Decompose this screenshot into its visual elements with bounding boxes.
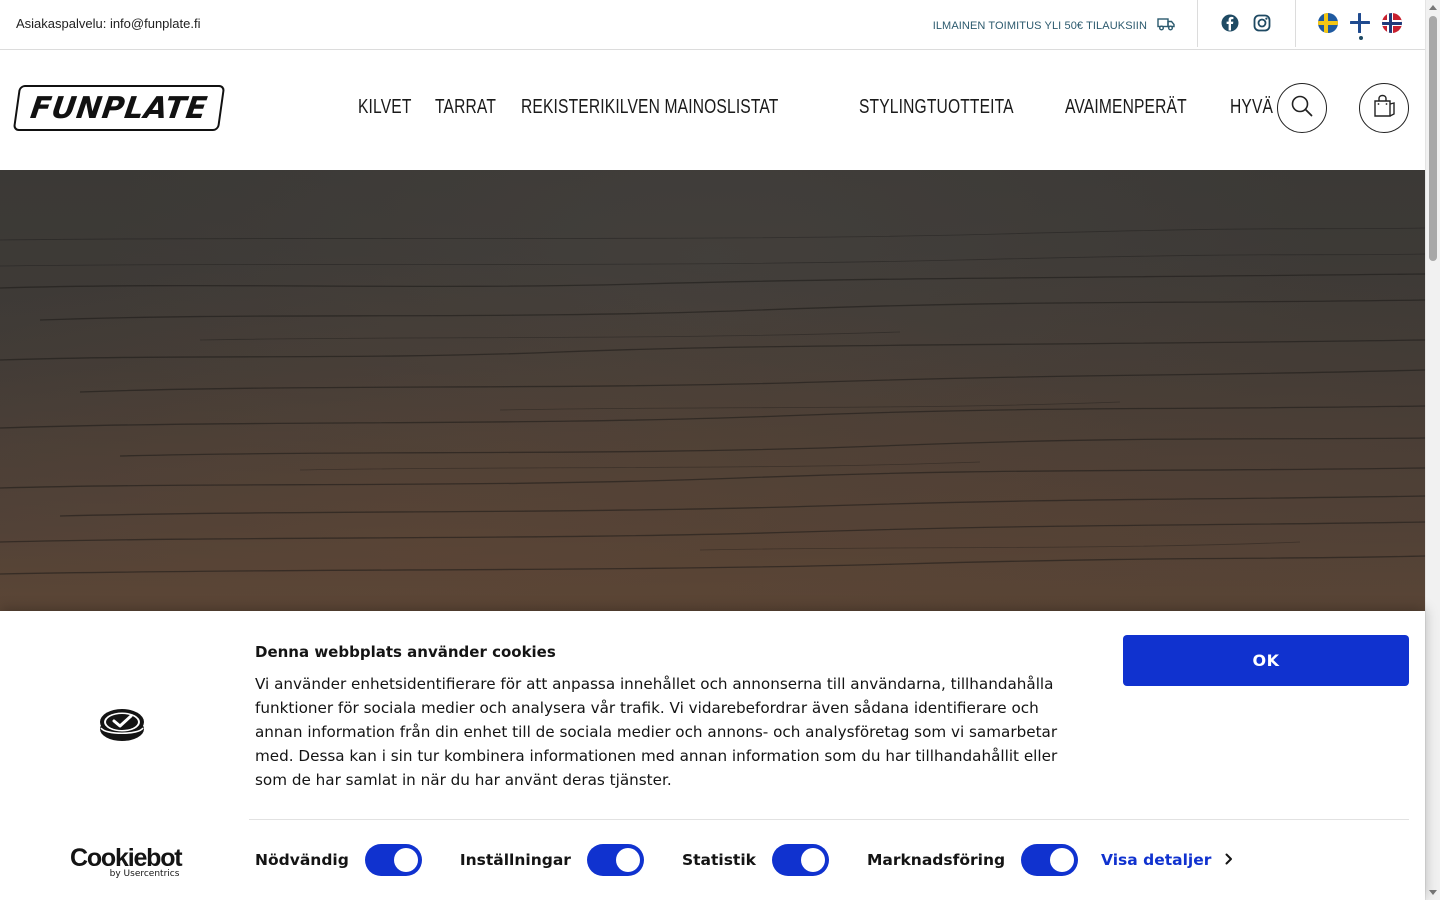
site-header: FUNPLATE KILVET TARRAT REKISTERIKILVEN M… xyxy=(0,50,1425,170)
wood-texture xyxy=(0,227,1425,575)
nav-item-tarrat[interactable]: TARRAT xyxy=(435,96,496,119)
scroll-down-arrow[interactable] xyxy=(1429,890,1437,895)
toggle-preferences[interactable] xyxy=(586,844,644,876)
toggle-group-preferences: Inställningar xyxy=(460,844,644,876)
toggle-group-marketing: Marknadsföring xyxy=(866,844,1079,876)
toggle-statistics[interactable] xyxy=(771,844,829,876)
cookie-consent-banner: Cookiebot by Usercentrics Denna webbplat… xyxy=(0,611,1425,900)
scroll-up-arrow[interactable] xyxy=(1429,5,1437,10)
show-details-label: Visa detaljer xyxy=(1101,851,1212,869)
social-links xyxy=(1220,13,1272,38)
free-shipping-notice: ILMAINEN TOIMITUS YLI 50€ TILAUKSIIN xyxy=(933,17,1175,34)
truck-icon xyxy=(1157,17,1175,34)
nav-item-kilvet[interactable]: KILVET xyxy=(358,96,412,119)
toggle-necessary[interactable] xyxy=(364,844,422,876)
hero-banner-image xyxy=(0,170,1425,611)
scrollbar-thumb[interactable] xyxy=(1429,16,1437,261)
facebook-icon[interactable] xyxy=(1220,13,1240,38)
toggle-group-statistics: Statistik xyxy=(682,844,829,876)
nav-item-mainoslistat[interactable]: REKISTERIKILVEN MAINOSLISTAT xyxy=(521,96,778,119)
toggle-label-statistics: Statistik xyxy=(681,851,756,869)
language-switcher xyxy=(1318,13,1402,33)
cookiebot-brand[interactable]: Cookiebot by Usercentrics xyxy=(70,844,183,880)
customer-service-contact[interactable]: Asiakaspalvelu: info@funplate.fi xyxy=(16,16,200,31)
top-info-bar: Asiakaspalvelu: info@funplate.fi ILMAINE… xyxy=(0,0,1425,50)
toggle-group-necessary: Nödvändig xyxy=(255,844,422,876)
cookie-description: Vi använder enhetsidentifierare för att … xyxy=(255,675,1058,789)
topbar-divider xyxy=(1197,0,1198,47)
active-language-indicator xyxy=(1359,36,1363,40)
toggle-marketing[interactable] xyxy=(1021,844,1079,876)
nav-item-avaimenperat[interactable]: AVAIMENPERÄT xyxy=(1065,96,1187,119)
logo-text: FUNPLATE xyxy=(28,90,210,126)
free-shipping-text: ILMAINEN TOIMITUS YLI 50€ TILAUKSIIN xyxy=(932,19,1147,32)
toggle-knob xyxy=(615,848,640,872)
cookiebot-logo-icon xyxy=(99,707,145,747)
chevron-right-icon xyxy=(1225,851,1233,869)
toggle-label-necessary: Nödvändig xyxy=(255,851,349,869)
cookie-category-toggles: Nödvändig Inställningar Statistik Markna… xyxy=(255,844,1116,876)
funplate-logo[interactable]: FUNPLATE xyxy=(12,85,226,131)
nav-item-stylingtuotteita[interactable]: STYLINGTUOTTEITA xyxy=(859,96,1014,119)
flag-finland-icon[interactable] xyxy=(1350,13,1370,33)
page-scrollbar[interactable] xyxy=(1425,0,1440,900)
search-button[interactable] xyxy=(1277,83,1327,133)
toggle-knob xyxy=(393,848,418,872)
show-details-link[interactable]: Visa detaljer xyxy=(1101,851,1233,869)
toggle-label-marketing: Marknadsföring xyxy=(866,851,1006,869)
toggle-knob xyxy=(1050,848,1075,872)
cart-button[interactable] xyxy=(1359,83,1409,133)
ok-button-label: OK xyxy=(1252,651,1280,670)
toggle-label-preferences: Inställningar xyxy=(459,851,571,869)
cookiebot-name: Cookiebot xyxy=(70,844,183,872)
flag-sweden-icon[interactable] xyxy=(1318,13,1338,33)
toggle-knob xyxy=(800,848,825,872)
instagram-icon[interactable] xyxy=(1252,13,1272,38)
flag-norway-icon[interactable] xyxy=(1382,13,1402,33)
shopping-bag-icon xyxy=(1371,93,1397,124)
cookie-ok-button[interactable]: OK xyxy=(1123,635,1409,686)
cookie-divider xyxy=(249,819,1409,820)
cookie-title: Denna webbplats använder cookies xyxy=(255,643,556,661)
topbar-divider xyxy=(1295,0,1296,47)
search-icon xyxy=(1290,94,1314,123)
main-navigation: KILVET TARRAT REKISTERIKILVEN MAINOSLIST… xyxy=(358,96,1321,119)
